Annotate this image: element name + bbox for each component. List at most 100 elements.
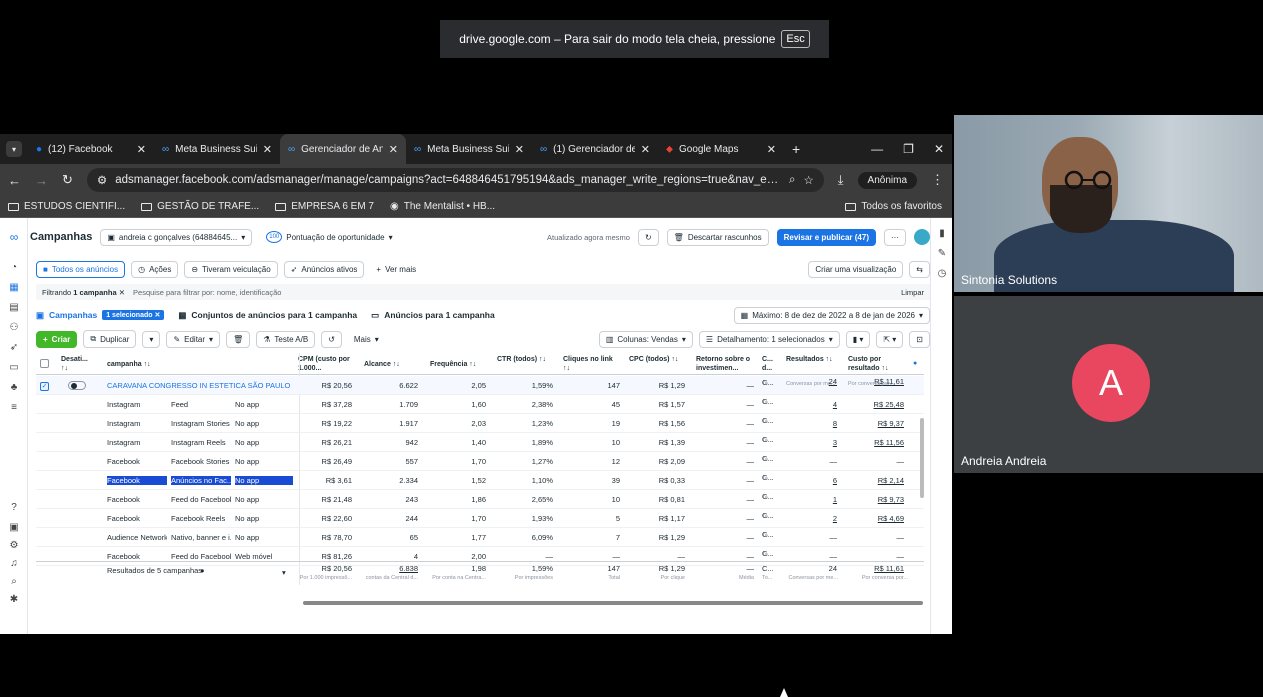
columns-selector[interactable]: ▥ Colunas: Vendas ▾: [598, 330, 693, 348]
create-view-button[interactable]: Criar uma visualização: [808, 260, 904, 278]
share-button[interactable]: ⊡: [909, 330, 930, 348]
bookmark-star-icon[interactable]: ☆: [803, 173, 813, 187]
close-icon[interactable]: ✕: [767, 143, 776, 156]
back-icon[interactable]: ←: [8, 173, 21, 188]
delivery-chip[interactable]: ⊖ Tiveram veiculação: [184, 260, 278, 278]
breakdown-selector[interactable]: ☰ Detalhamento: 1 selecionados ▾: [698, 330, 840, 348]
actions-chip[interactable]: ◷ Ações: [131, 260, 179, 278]
breakdown-row[interactable]: Instagram Instagram Reels No app R$ 26,21 94…: [36, 433, 924, 452]
bell-icon[interactable]: ♫: [7, 558, 21, 572]
browser-tab[interactable]: ∞ Meta Business Sui ✕: [406, 134, 532, 164]
close-icon[interactable]: ✕: [119, 288, 125, 297]
reload-icon[interactable]: ↻: [62, 172, 73, 188]
col-roas[interactable]: Retorno sobre o investimen...: [696, 355, 752, 373]
chevron-down-icon[interactable]: ▾: [282, 568, 286, 577]
bookmark-folder[interactable]: GESTÃO DE TRAFE...: [141, 201, 259, 212]
tab-adsets[interactable]: ▦ Conjuntos de anúncios para 1 campanha: [178, 310, 357, 321]
selection-badge[interactable]: 1 selecionado ✕: [102, 310, 165, 320]
close-icon[interactable]: ✕: [263, 143, 272, 156]
close-icon[interactable]: ✕: [137, 143, 146, 156]
checkbox[interactable]: ✓: [40, 382, 49, 391]
breakdown-row[interactable]: Facebook Facebook Reels No app R$ 22,60 244 1…: [36, 509, 924, 528]
create-button[interactable]: + Criar: [36, 330, 78, 348]
bookmark-link[interactable]: ◉ The Mentalist • HB...: [390, 201, 495, 212]
opportunity-score[interactable]: 100 Pontuação de oportunidade ▾: [260, 228, 398, 246]
col-cpc[interactable]: CPC (todos) ↑↓: [629, 355, 679, 364]
ab-test-button[interactable]: ⚗ Teste A/B: [256, 330, 316, 348]
all-ads-chip[interactable]: ■ Todos os anúncios: [36, 260, 126, 278]
refresh-button[interactable]: ↻: [637, 228, 659, 246]
col-cost-per-result[interactable]: Custo por resultado ↑↓: [848, 355, 904, 373]
bookmark-folder[interactable]: EMPRESA 6 EM 7: [275, 201, 374, 212]
delete-button[interactable]: 🗑: [226, 330, 251, 348]
more-options-button[interactable]: ···: [884, 228, 906, 246]
incognito-badge[interactable]: Anônima: [857, 171, 917, 189]
breakdown-row[interactable]: Instagram Feed No app R$ 37,28 1.709 1,60 2,38…: [36, 395, 924, 414]
campaigns-icon[interactable]: ▦: [7, 282, 21, 296]
ads-icon[interactable]: ➶: [7, 342, 21, 356]
reports-button[interactable]: ▮ ▾: [845, 330, 871, 348]
view-settings-button[interactable]: ⇆: [909, 260, 930, 278]
browser-tab-active[interactable]: ∞ Gerenciador de An ✕: [280, 134, 406, 164]
filter-bar[interactable]: Filtrando 1 campanha ✕ Pesquise para fil…: [36, 284, 930, 300]
edit-icon[interactable]: ✎: [935, 248, 949, 262]
col-ctr[interactable]: CTR (todos) ↑↓: [497, 355, 547, 364]
discard-drafts-button[interactable]: 🗑 Descartar rascunhos: [666, 228, 769, 246]
add-column-icon[interactable]: ●: [913, 359, 917, 368]
menu-icon[interactable]: ⋮: [931, 172, 944, 188]
reports-icon[interactable]: ▣: [7, 522, 21, 536]
account-selector[interactable]: ▣ andreia c gonçalves (64884645... ▾: [100, 228, 253, 246]
download-icon[interactable]: ⤓: [838, 172, 844, 188]
row-checkbox[interactable]: ✓: [40, 381, 49, 391]
breakdown-row[interactable]: Audience Network Nativo, banner e i... No …: [36, 528, 924, 547]
close-icon[interactable]: ✕: [641, 143, 650, 156]
breakdown-row[interactable]: Facebook Anúncios no Fac... No app R$ 3,61 2…: [36, 471, 924, 490]
info-icon[interactable]: ●: [200, 566, 205, 575]
vertical-scrollbar[interactable]: [920, 418, 924, 498]
minimize-icon[interactable]: —: [871, 142, 883, 156]
help-icon[interactable]: ?: [7, 502, 21, 516]
browser-tab[interactable]: ∞ (1) Gerenciador de ✕: [532, 134, 658, 164]
browser-tab[interactable]: ⬥ Google Maps ✕: [658, 134, 784, 164]
status-toggle[interactable]: [68, 381, 86, 392]
export-button[interactable]: ⇱ ▾: [876, 330, 904, 348]
notifications-icon[interactable]: ◔: [7, 262, 21, 276]
tab-campaigns[interactable]: ▣ Campanhas 1 selecionado ✕: [36, 310, 165, 321]
audiences-icon[interactable]: ⚇: [7, 322, 21, 336]
filter-search-input[interactable]: Pesquise para filtrar por: nome, identif…: [133, 288, 281, 297]
events-icon[interactable]: ♣: [7, 382, 21, 396]
tab-ads[interactable]: ▭ Anúncios para 1 campanha: [371, 310, 495, 321]
chart-icon[interactable]: ▮: [935, 228, 949, 242]
col-cd[interactable]: C... d...: [762, 355, 778, 373]
restore-icon[interactable]: ❐: [903, 142, 914, 156]
site-info-icon[interactable]: ⚙: [97, 173, 107, 187]
zoom-icon[interactable]: ⌕: [789, 174, 795, 187]
col-results[interactable]: Resultados ↑↓: [786, 355, 834, 364]
col-reach[interactable]: Alcance ↑↓: [364, 360, 414, 369]
duplicate-button[interactable]: ⧉ Duplicar: [83, 330, 137, 348]
bookmark-folder[interactable]: ESTUDOS CIENTIFI...: [8, 201, 125, 212]
meta-logo-icon[interactable]: ∞: [7, 230, 21, 244]
browser-tab[interactable]: ● (12) Facebook ✕: [28, 134, 154, 164]
profile-avatar[interactable]: [914, 229, 930, 245]
col-status[interactable]: Desati... ↑↓: [61, 355, 93, 373]
filter-token[interactable]: Filtrando 1 campanha ✕: [42, 288, 125, 297]
tab-search-button[interactable]: ▾: [6, 141, 22, 157]
billing-icon[interactable]: ▭: [7, 362, 21, 376]
pages-icon[interactable]: ▤: [7, 302, 21, 316]
see-more-chip[interactable]: + Ver mais: [370, 261, 423, 277]
horizontal-scrollbar[interactable]: [303, 601, 923, 605]
settings-icon[interactable]: ⚙: [7, 540, 21, 554]
col-frequency[interactable]: Frequência ↑↓: [430, 360, 490, 369]
campaign-row[interactable]: ✓ CARAVANA CONGRESSO IN ESTETICA SÃO PAUL…: [36, 376, 924, 395]
menu-lines-icon[interactable]: ≡: [7, 402, 21, 416]
col-campaign[interactable]: campanha ↑↓: [107, 360, 257, 369]
close-window-icon[interactable]: ✕: [934, 142, 944, 156]
col-link-clicks[interactable]: Cliques no link ↑↓: [563, 355, 619, 373]
new-tab-icon[interactable]: +: [792, 141, 800, 157]
all-bookmarks[interactable]: Todos os favoritos: [845, 201, 942, 212]
close-icon[interactable]: ✕: [389, 143, 398, 156]
breakdown-row[interactable]: Facebook Facebook Stories No app R$ 26,49 55…: [36, 452, 924, 471]
publish-button[interactable]: Revisar e publicar (47): [776, 228, 876, 246]
duplicate-dropdown[interactable]: ▾: [142, 330, 161, 348]
